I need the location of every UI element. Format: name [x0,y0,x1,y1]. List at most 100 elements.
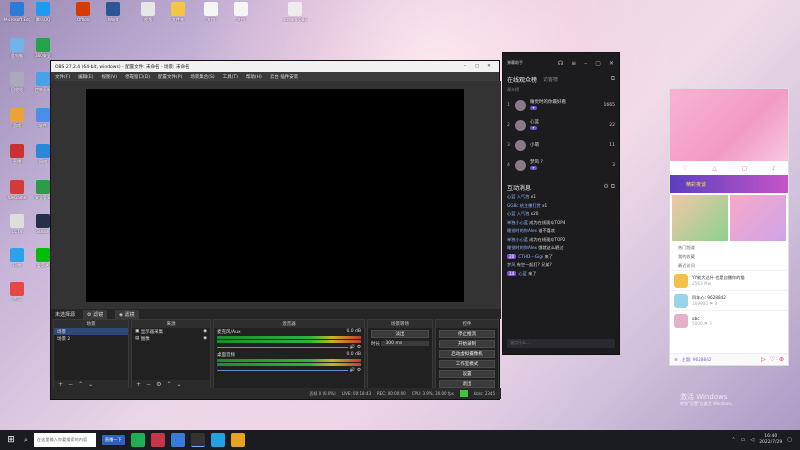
chat-message[interactable]: 梦风 有空一起打? 兄弟? [503,261,619,270]
desktop-icon[interactable]: 迅雷 [4,248,30,268]
eye-icon[interactable]: ◉ [203,329,207,334]
chat-user[interactable]: 睡觉时的你Alex [507,245,538,250]
thumbnail[interactable] [672,195,728,241]
tray-up-icon[interactable]: ⌃ [731,437,735,443]
feed-item[interactable]: 四年心: 9628842 169903 ⚑ 3 [670,290,788,310]
chat-user[interactable]: 单独小心蓝 [507,220,529,225]
desktop-icon[interactable]: 腾讯QQ [30,2,56,22]
tab-icon[interactable]: ♡ [682,165,687,172]
desktop-icon[interactable]: 回收站 [4,72,30,92]
feed-item[interactable]: YY能大达什 也是自播你的猫 2563 Mw [670,270,788,290]
desktop-icon[interactable]: Word [100,2,126,22]
transition-select[interactable]: 淡出 [371,330,429,338]
taskbar-app-icon[interactable] [170,433,185,447]
eye-icon[interactable]: ◉ [203,336,207,341]
properties-button[interactable]: ⚙ 滤镜 [83,309,108,319]
chat-message[interactable]: 睡觉时的你Alex 俄就这么晒过 [503,244,619,253]
tab-online-audience[interactable]: 在线观众榜 [507,75,537,84]
close-icon[interactable]: ✕ [483,64,495,69]
menu-plugin[interactable]: 云台 插件安装 [270,74,298,80]
remove-icon[interactable]: − [146,381,151,388]
chat-message[interactable]: 14 心蓝 来了 [503,270,619,279]
chat-user[interactable]: 心蓝 入气泡 [507,211,531,216]
rank-item[interactable]: 4 梦风 ? ✦ 3 [503,155,619,175]
rank-item[interactable]: 2 心蓝 ✦ 22 [503,115,619,135]
taskbar-search[interactable]: 在这里输入你要搜索的内容 [33,433,96,447]
menu-profile[interactable]: 配置文件(P) [158,74,182,80]
tab-icon[interactable]: △ [712,165,717,172]
live-assistant-window[interactable]: 弹幕助手 ☊ ≡ – ▢ ✕ 在线观众榜 访客榜 ⧉ 观众榜 1 睡觉时的你最好… [502,52,620,355]
tab-visitors[interactable]: 访客榜 [543,76,558,83]
thumbnail[interactable] [730,195,786,241]
scene-item[interactable]: 场景 [54,328,128,335]
maximize-icon[interactable]: ▢ [471,64,483,69]
add-icon[interactable]: + [136,381,141,388]
chat-user[interactable]: 单独小心蓝 [507,237,529,242]
volume-icon[interactable]: ◁ [750,437,754,443]
maximize-icon[interactable]: ▢ [595,60,601,67]
chat-message[interactable]: GG8c 给主播打赏 x1 [503,202,619,211]
play-icon[interactable]: ▷ [761,356,766,363]
volume-slider[interactable]: 🔊 ⚙ [214,367,364,374]
close-icon[interactable]: ✕ [609,60,614,67]
taskbar-app-icon[interactable] [210,433,225,447]
menu-help[interactable]: 帮助(H) [246,74,262,80]
chat-message[interactable]: 单独小心蓝 成为在线观众TOP2 [503,236,619,245]
start-recording-button[interactable]: 开始录制 [439,340,495,348]
up-icon[interactable]: ⌃ [166,381,171,388]
network-icon[interactable]: ▭ [741,437,746,443]
desktop-icon[interactable]: WeGame [4,180,30,200]
chat-user[interactable]: GG8c 给主播打赏 [507,203,542,208]
feed-item[interactable]: abc 5000 ⚑ 3 [670,310,788,330]
desktop-icon[interactable]: 文件夹 [165,2,191,22]
menu-edit[interactable]: 编辑(E) [78,74,93,80]
minimize-icon[interactable]: – [459,64,471,69]
settings-button[interactable]: 设置 [439,370,495,378]
minimize-icon[interactable]: – [584,60,587,67]
taskbar-pinned-app[interactable]: 直播一下 [101,435,125,445]
chat-message[interactable]: 睡觉时的你Alex 谁不喜欢 [503,227,619,236]
desktop-icon[interactable]: 此电脑 [4,38,30,58]
up-icon[interactable]: ⌃ [78,381,83,388]
menu-scene-collection[interactable]: 场景集合(S) [190,74,214,80]
taskbar-app-icon[interactable] [150,433,165,447]
settings-icon[interactable]: ⚙ ⧉ [603,183,615,191]
down-icon[interactable]: ⌄ [88,381,93,388]
chat-message[interactable]: 心蓝 入气泡 x20 [503,210,619,219]
search-icon[interactable]: ⌕ [24,436,28,445]
desktop-icon[interactable]: Microsoft Edge [4,2,30,22]
menu-file[interactable]: 文件(F) [55,74,70,80]
scene-item[interactable]: 场景 2 [54,335,128,342]
tab-icon[interactable]: ♪ [772,165,776,172]
chat-user[interactable]: 睡觉时的你Alex [507,228,538,233]
desktop-icon[interactable]: stream OBS [282,2,308,22]
down-icon[interactable]: ⌄ [176,381,181,388]
menu-view[interactable]: 视图(V) [101,74,117,80]
clock[interactable]: 16:40 2022/7/29 [759,434,782,446]
chat-message[interactable]: 单独小心蓝 成为在线观众TOP4 [503,219,619,228]
gear-icon[interactable]: ⚙ [356,368,361,373]
source-item[interactable]: ▣ 显示器采集 ◉ [132,328,210,335]
desktop-icon[interactable]: 游戏 [4,108,30,128]
duration-input[interactable]: 300 ms [381,341,429,346]
headset-icon[interactable]: ☊ [558,60,563,67]
windows-start-icon[interactable]: ⊞ [4,434,18,446]
obs-taskbar-icon[interactable] [190,433,205,447]
chat-message[interactable]: 20 CTHD---Gigi 来了 [503,253,619,262]
chat-user[interactable]: CTHD---Gigi [518,254,544,259]
desktop-icon[interactable]: 音乐 [4,282,30,302]
exit-button[interactable]: 退出 [439,380,495,388]
taskbar-app-icon[interactable] [130,433,145,447]
virtual-camera-button[interactable]: 启动虚拟摄像机 [439,350,495,358]
taskbar-app-icon[interactable] [230,433,245,447]
add-icon[interactable]: + [58,381,63,388]
gear-icon[interactable]: ⚙ [156,381,161,388]
menu-item[interactable]: 最近访问 [670,261,788,270]
obs-titlebar[interactable]: OBS 27.2.4 (64-bit, windows) - 配置文件: 未命名… [51,61,499,72]
rank-item[interactable]: 1 睡觉时的你最好看 ✦ 1665 [503,95,619,115]
desktop-icon[interactable]: 直播 [4,144,30,164]
notification-icon[interactable]: ▢ [787,437,792,443]
desktop-icon[interactable]: 文档 [228,2,254,22]
heart-icon[interactable]: ♡ [770,356,775,363]
obs-window[interactable]: OBS 27.2.4 (64-bit, windows) - 配置文件: 未命名… [50,60,501,400]
